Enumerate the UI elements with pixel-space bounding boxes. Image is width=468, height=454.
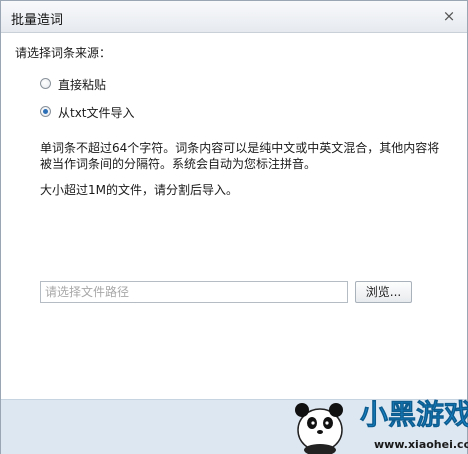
note-line-1: 单词条不超过64个字符。词条内容可以是纯中文或中英文混合，其他内容将 [40,141,440,155]
file-path-input[interactable] [40,281,348,303]
radio-txt-label[interactable]: 从txt文件导入 [58,104,135,121]
radio-paste[interactable] [40,78,51,89]
note-line-2: 被当作词条间的分隔符。系统会自动为您标注拼音。 [40,157,317,171]
panda-mascot-icon [295,403,343,454]
radio-paste-label[interactable]: 直接粘贴 [58,76,106,93]
dialog-title: 批量造词 [11,13,64,28]
title-bar[interactable]: 批量造词 × [1,1,467,33]
dialog-content: 请选择词条来源： 直接粘贴 从txt文件导入 单词条不超过64个字符。词条内容可… [1,33,467,399]
watermark-logo: 小黑游戏 www.xiaohei.com [295,398,468,454]
browse-button[interactable]: 浏览... [355,281,412,303]
radio-txt[interactable] [40,106,51,117]
close-icon[interactable]: × [441,7,457,25]
watermark-brand: 小黑游戏 [360,398,468,431]
source-label: 请选择词条来源： [15,46,112,60]
note-line-3: 大小超过1M的文件，请分割后导入。 [40,183,238,197]
watermark-url: www.xiaohei.com [374,438,468,451]
